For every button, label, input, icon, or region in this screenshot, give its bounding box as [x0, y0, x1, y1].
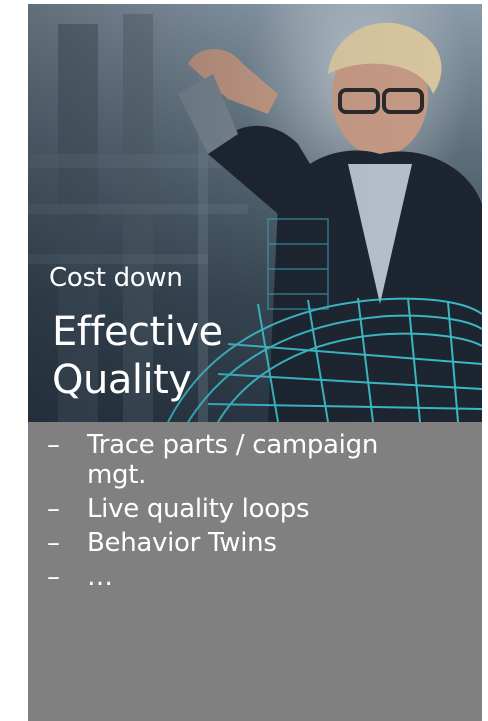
feature-card: Cost down Effective Quality – Trace part…: [28, 4, 482, 721]
list-item-text: Behavior Twins: [87, 528, 277, 558]
list-item: – Live quality loops: [28, 494, 482, 524]
hero-photo: Cost down Effective Quality: [28, 4, 482, 422]
list-item-text: …: [87, 562, 113, 592]
dash-icon: –: [47, 494, 60, 524]
dash-icon: –: [47, 430, 60, 460]
eyebrow-label: Cost down: [49, 263, 183, 293]
dash-icon: –: [47, 528, 60, 558]
card-headline: Effective Quality: [52, 309, 223, 403]
list-item: – Behavior Twins: [28, 528, 482, 558]
bullet-list: – Trace parts / campaign mgt. – Live qua…: [28, 430, 482, 596]
list-item: – Trace parts / campaign mgt.: [28, 430, 482, 490]
dash-icon: –: [47, 562, 60, 592]
list-item: – …: [28, 562, 482, 592]
list-item-text: Trace parts / campaign mgt.: [87, 430, 378, 490]
list-item-text: Live quality loops: [87, 494, 310, 524]
